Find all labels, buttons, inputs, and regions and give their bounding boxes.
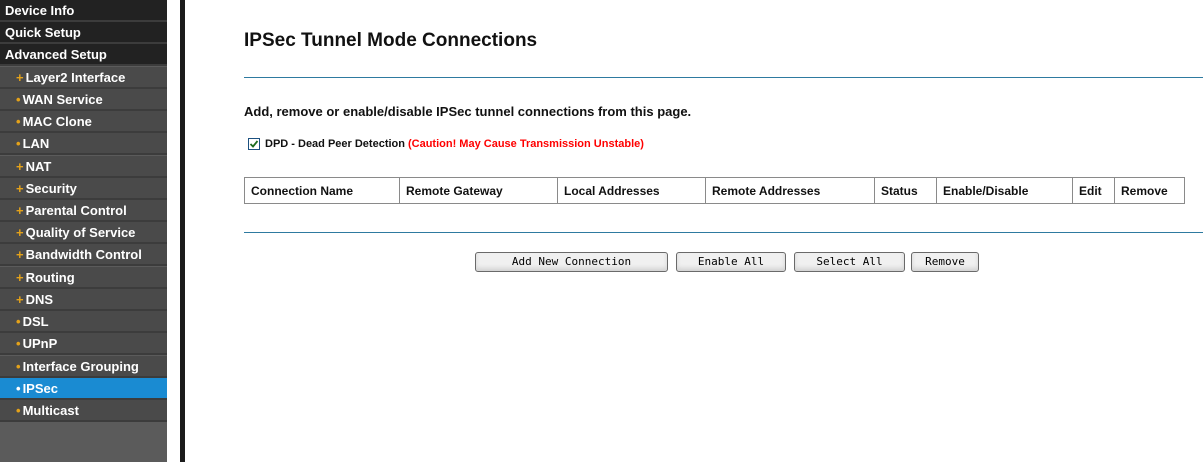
sidebar-item-bandwidth-control[interactable]: + Bandwidth Control xyxy=(0,244,167,266)
sidebar-item-label: Interface Grouping xyxy=(22,359,139,374)
col-status: Status xyxy=(874,177,937,204)
bullet-icon: • xyxy=(16,403,21,418)
bullet-icon: • xyxy=(16,336,21,351)
bullet-icon: • xyxy=(16,381,21,396)
table-header-row: Connection Name Remote Gateway Local Add… xyxy=(244,177,1185,204)
expand-plus-icon: + xyxy=(16,292,24,307)
expand-plus-icon: + xyxy=(16,70,24,85)
bullet-icon: • xyxy=(16,136,21,151)
intro-text: Add, remove or enable/disable IPSec tunn… xyxy=(244,104,692,119)
bullet-icon: • xyxy=(16,114,21,129)
sidebar-item-label: Device Info xyxy=(5,3,75,18)
enable-all-button[interactable]: Enable All xyxy=(676,252,786,272)
dpd-checkbox[interactable] xyxy=(248,138,260,150)
col-edit: Edit xyxy=(1072,177,1115,204)
bullet-icon: • xyxy=(16,359,21,374)
sidebar-item-advanced-setup[interactable]: Advanced Setup xyxy=(0,44,167,66)
page-title: IPSec Tunnel Mode Connections xyxy=(244,30,538,51)
sidebar-item-interface-grouping[interactable]: • Interface Grouping xyxy=(0,356,167,378)
sidebar-item-label: Advanced Setup xyxy=(5,47,107,62)
sidebar-item-label: Bandwidth Control xyxy=(25,247,142,262)
sidebar-item-ipsec[interactable]: • IPSec xyxy=(0,378,167,400)
sidebar-item-quality-of-service[interactable]: + Quality of Service xyxy=(0,222,167,244)
sidebar-item-label: Layer2 Interface xyxy=(25,70,126,85)
col-local-addresses: Local Addresses xyxy=(557,177,706,204)
sidebar-item-dsl[interactable]: • DSL xyxy=(0,311,167,333)
dpd-option: DPD - Dead Peer Detection (Caution! May … xyxy=(248,136,644,152)
bullet-icon: • xyxy=(16,92,21,107)
sidebar-item-upnp[interactable]: • UPnP xyxy=(0,333,167,355)
sidebar-item-label: Security xyxy=(25,181,77,196)
sidebar-item-label: UPnP xyxy=(22,336,58,351)
dpd-warning: (Caution! May Cause Transmission Unstabl… xyxy=(407,138,644,150)
sidebar-item-multicast[interactable]: • Multicast xyxy=(0,400,167,422)
col-enable-disable: Enable/Disable xyxy=(936,177,1073,204)
sidebar-item-parental-control[interactable]: + Parental Control xyxy=(0,200,167,222)
sidebar-item-label: Quick Setup xyxy=(5,25,81,40)
sidebar-item-device-info[interactable]: Device Info xyxy=(0,0,167,22)
frame-divider[interactable] xyxy=(180,0,185,462)
sidebar-item-label: Multicast xyxy=(22,403,79,418)
add-new-connection-button[interactable]: Add New Connection xyxy=(475,252,668,272)
divider-bottom xyxy=(244,232,1203,233)
sidebar-item-layer2-interface[interactable]: + Layer2 Interface xyxy=(0,67,167,89)
sidebar-item-label: DNS xyxy=(25,292,54,307)
sidebar-item-label: Parental Control xyxy=(25,203,127,218)
sidebar-item-label: DSL xyxy=(22,314,49,329)
sidebar-item-label: Routing xyxy=(25,270,75,285)
col-remote-addresses: Remote Addresses xyxy=(705,177,875,204)
expand-plus-icon: + xyxy=(16,203,24,218)
sidebar-item-wan-service[interactable]: • WAN Service xyxy=(0,89,167,111)
sidebar-item-nat[interactable]: + NAT xyxy=(0,156,167,178)
connections-table: Connection Name Remote Gateway Local Add… xyxy=(244,177,1185,204)
sidebar-item-label: LAN xyxy=(22,136,50,151)
sidebar-item-label: MAC Clone xyxy=(22,114,92,129)
select-all-button[interactable]: Select All xyxy=(794,252,905,272)
expand-plus-icon: + xyxy=(16,247,24,262)
sidebar-item-label: NAT xyxy=(25,159,52,174)
sidebar-item-quick-setup[interactable]: Quick Setup xyxy=(0,22,167,44)
expand-plus-icon: + xyxy=(16,159,24,174)
sidebar-item-security[interactable]: + Security xyxy=(0,178,167,200)
remove-button[interactable]: Remove xyxy=(911,252,979,272)
expand-plus-icon: + xyxy=(16,181,24,196)
sidebar-item-mac-clone[interactable]: • MAC Clone xyxy=(0,111,167,133)
dpd-label: DPD - Dead Peer Detection xyxy=(265,138,405,150)
checkmark-icon xyxy=(249,140,259,148)
sidebar-item-label: WAN Service xyxy=(22,92,103,107)
divider-top xyxy=(244,77,1203,78)
sidebar-item-label: Quality of Service xyxy=(25,225,136,240)
sidebar-item-routing[interactable]: + Routing xyxy=(0,267,167,289)
expand-plus-icon: + xyxy=(16,225,24,240)
col-remove: Remove xyxy=(1114,177,1185,204)
col-connection-name: Connection Name xyxy=(244,177,400,204)
expand-plus-icon: + xyxy=(16,270,24,285)
bullet-icon: • xyxy=(16,314,21,329)
col-remote-gateway: Remote Gateway xyxy=(399,177,558,204)
sidebar-item-dns[interactable]: + DNS xyxy=(0,289,167,311)
sidebar-item-label: IPSec xyxy=(22,381,58,396)
sidebar-nav: Device Info Quick Setup Advanced Setup + Lay… xyxy=(0,0,167,462)
sidebar-item-lan[interactable]: • LAN xyxy=(0,133,167,155)
